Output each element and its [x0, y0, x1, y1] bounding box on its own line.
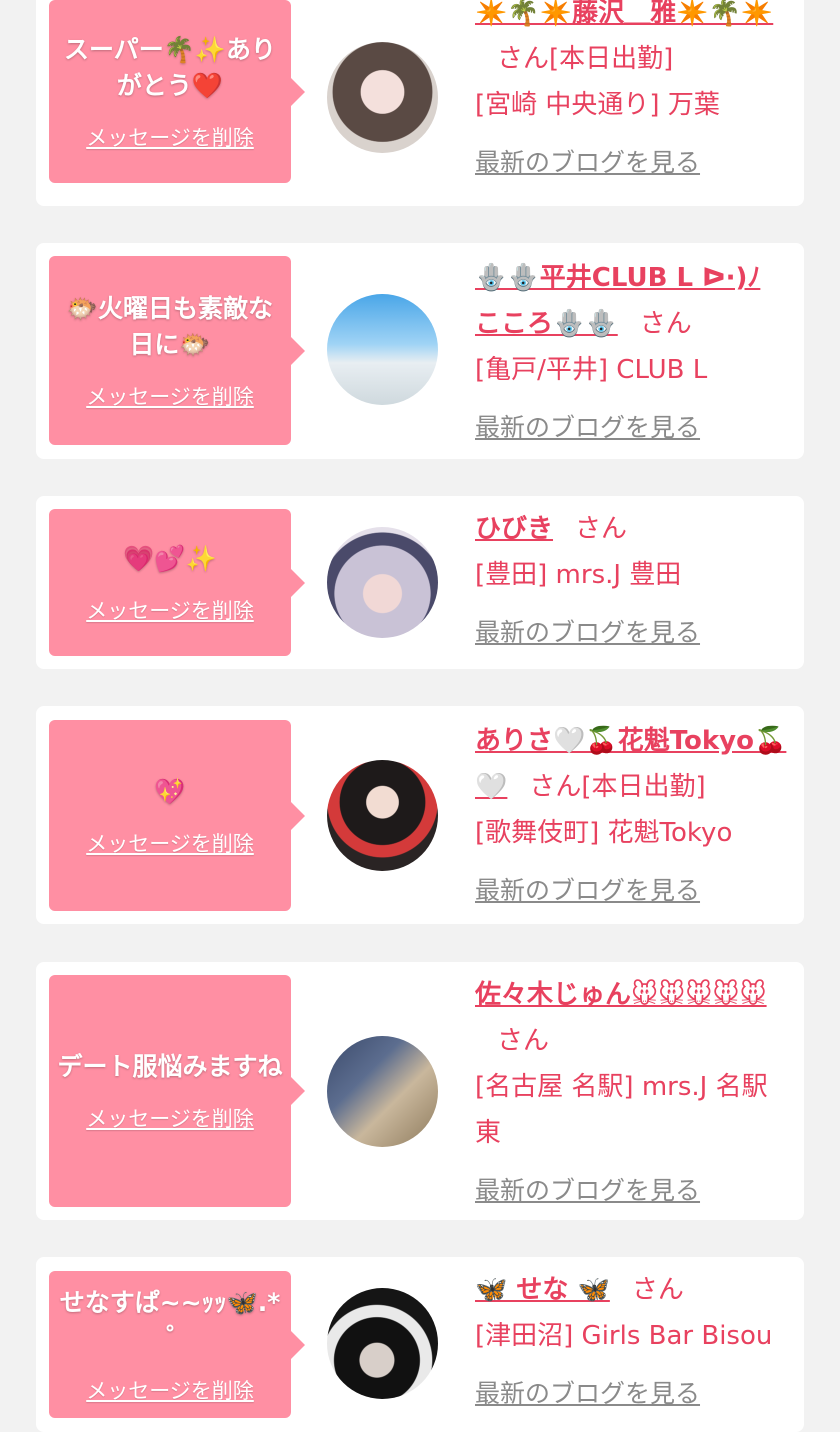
- delete-message-link[interactable]: メッセージを削除: [86, 1103, 254, 1133]
- message-bubble: せなすぱ~~ｯｯ🦋.*˚ メッセージを削除: [49, 1271, 291, 1418]
- avatar[interactable]: [327, 760, 438, 871]
- message-bubble: デート服悩みますね メッセージを削除: [49, 975, 291, 1207]
- work-status: [本日出勤]: [581, 772, 706, 802]
- honorific: さん: [639, 309, 692, 339]
- cast-name-link[interactable]: 🦋 せな 🦋: [475, 1275, 610, 1305]
- shop-info: [宮崎 中央通り] 万葉: [475, 90, 720, 120]
- delete-message-link[interactable]: メッセージを削除: [86, 595, 254, 625]
- latest-blog-link[interactable]: 最新のブログを見る: [475, 140, 700, 186]
- honorific: さん: [497, 44, 550, 74]
- work-status: [本日出勤]: [549, 44, 674, 74]
- cast-info: ひびき さん [豊田] mrs.J 豊田 最新のブログを見る: [475, 506, 793, 656]
- message-text: 💗💕✨: [123, 543, 217, 573]
- cast-info: ありさ🤍🍒花魁Tokyo🍒🤍 さん[本日出勤] [歌舞伎町] 花魁Tokyo 最新…: [475, 718, 793, 914]
- message-text: デート服悩みますね: [57, 1052, 283, 1081]
- cast-name-link[interactable]: ✴️🌴✴️藤沢＿雅✴️🌴✴️: [475, 0, 773, 28]
- latest-blog-link[interactable]: 最新のブログを見る: [475, 405, 700, 451]
- latest-blog-link[interactable]: 最新のブログを見る: [475, 868, 700, 914]
- message-card: 🐡火曜日も素敵な日に🐡 メッセージを削除 🪬🪬平井CLUB L ᐅ·)ﾉ こころ…: [36, 243, 804, 459]
- message-card: せなすぱ~~ｯｯ🦋.*˚ メッセージを削除 🦋 せな 🦋 さん [津田沼] Gir…: [36, 1257, 804, 1432]
- delete-message-link[interactable]: メッセージを削除: [86, 381, 254, 411]
- cast-info: 🪬🪬平井CLUB L ᐅ·)ﾉ こころ🪬🪬 さん [亀戸/平井] CLUB L 最…: [475, 255, 793, 451]
- honorific: さん: [529, 772, 582, 802]
- message-text: 💖: [154, 776, 186, 806]
- message-card: デート服悩みますね メッセージを削除 佐々木じゅん🐭🐭🐭🐭🐭 さん [名古屋 名駅…: [36, 962, 804, 1220]
- avatar[interactable]: [327, 1288, 438, 1399]
- shop-info: [名古屋 名駅] mrs.J 名駅東: [475, 1072, 768, 1148]
- cast-info: ✴️🌴✴️藤沢＿雅✴️🌴✴️ さん[本日出勤] [宮崎 中央通り] 万葉 最新のブ…: [475, 0, 793, 186]
- shop-info: [亀戸/平井] CLUB L: [475, 355, 708, 385]
- message-card: スーパー🌴✨ありがとう❤️ メッセージを削除 ✴️🌴✴️藤沢＿雅✴️🌴✴️さん[…: [36, 0, 804, 206]
- avatar[interactable]: [327, 294, 438, 405]
- cast-info: 佐々木じゅん🐭🐭🐭🐭🐭 さん [名古屋 名駅] mrs.J 名駅東 最新のブログを…: [475, 972, 793, 1214]
- message-bubble: スーパー🌴✨ありがとう❤️ メッセージを削除: [49, 0, 291, 183]
- message-card: 💗💕✨ メッセージを削除 ひびき さん [豊田] mrs.J 豊田 最新のブログを…: [36, 496, 804, 669]
- latest-blog-link[interactable]: 最新のブログを見る: [475, 1168, 700, 1214]
- message-bubble: 🐡火曜日も素敵な日に🐡 メッセージを削除: [49, 256, 291, 445]
- message-text: スーパー🌴✨ありがとう❤️: [63, 34, 276, 100]
- message-bubble: 💖 メッセージを削除: [49, 720, 291, 911]
- latest-blog-link[interactable]: 最新のブログを見る: [475, 610, 700, 656]
- cast-name-link[interactable]: 佐々木じゅん🐭🐭🐭🐭🐭: [475, 980, 767, 1010]
- message-text: 🐡火曜日も素敵な日に🐡: [66, 293, 274, 359]
- honorific: さん: [497, 1026, 550, 1056]
- delete-message-link[interactable]: メッセージを削除: [86, 122, 254, 152]
- honorific: さん: [575, 514, 628, 544]
- avatar[interactable]: [327, 42, 438, 153]
- cast-name-link[interactable]: ひびき: [475, 514, 553, 544]
- delete-message-link[interactable]: メッセージを削除: [86, 828, 254, 858]
- cast-name-link[interactable]: 🪬🪬平井CLUB L ᐅ·)ﾉ こころ🪬🪬: [475, 263, 760, 339]
- message-text: せなすぱ~~ｯｯ🦋.*˚: [59, 1287, 281, 1353]
- message-bubble: 💗💕✨ メッセージを削除: [49, 509, 291, 656]
- delete-message-link[interactable]: メッセージを削除: [86, 1375, 254, 1405]
- message-card: 💖 メッセージを削除 ありさ🤍🍒花魁Tokyo🍒🤍 さん[本日出勤] [歌舞伎町]…: [36, 706, 804, 924]
- avatar[interactable]: [327, 1036, 438, 1147]
- latest-blog-link[interactable]: 最新のブログを見る: [475, 1371, 700, 1417]
- shop-info: [歌舞伎町] 花魁Tokyo: [475, 818, 733, 848]
- shop-info: [豊田] mrs.J 豊田: [475, 560, 682, 590]
- shop-info: [津田沼] Girls Bar Bisou: [475, 1321, 773, 1351]
- avatar[interactable]: [327, 527, 438, 638]
- honorific: さん: [631, 1275, 684, 1305]
- cast-info: 🦋 せな 🦋 さん [津田沼] Girls Bar Bisou 最新のブログを見る: [475, 1267, 793, 1417]
